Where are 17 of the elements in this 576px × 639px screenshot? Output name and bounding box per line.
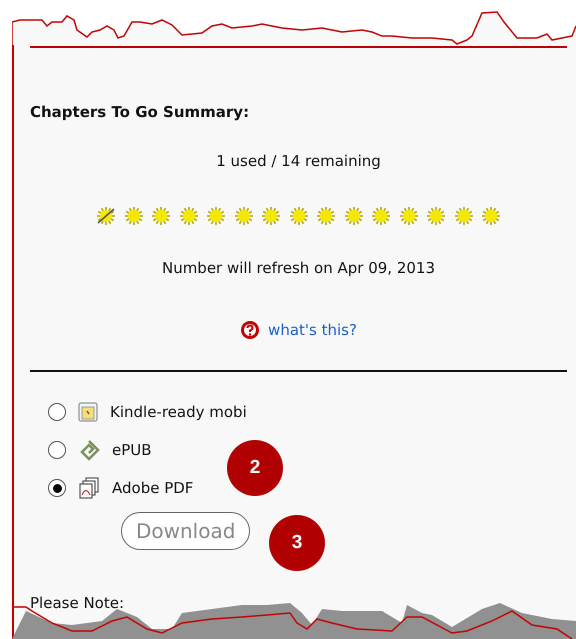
epub-icon xyxy=(78,439,100,461)
help-link[interactable]: what's this? xyxy=(268,320,357,340)
format-label: ePUB xyxy=(112,440,152,460)
format-label: Kindle-ready mobi xyxy=(110,402,247,422)
download-button[interactable]: Download xyxy=(121,512,250,550)
radio-button[interactable] xyxy=(48,441,66,459)
format-label: Adobe PDF xyxy=(112,478,194,498)
radio-button[interactable] xyxy=(48,479,66,497)
format-option[interactable]: Kindle-ready mobi xyxy=(48,400,567,424)
radio-button[interactable] xyxy=(48,403,66,421)
device-icon xyxy=(78,402,98,422)
note-heading: Please Note: xyxy=(30,593,126,613)
summary-heading: Chapters To Go Summary: xyxy=(30,102,250,122)
usage-text: 1 used / 14 remaining xyxy=(216,151,381,171)
help-icon xyxy=(240,320,260,340)
refresh-text: Number will refresh on Apr 09, 2013 xyxy=(162,258,436,278)
pdf-icon xyxy=(78,477,100,499)
